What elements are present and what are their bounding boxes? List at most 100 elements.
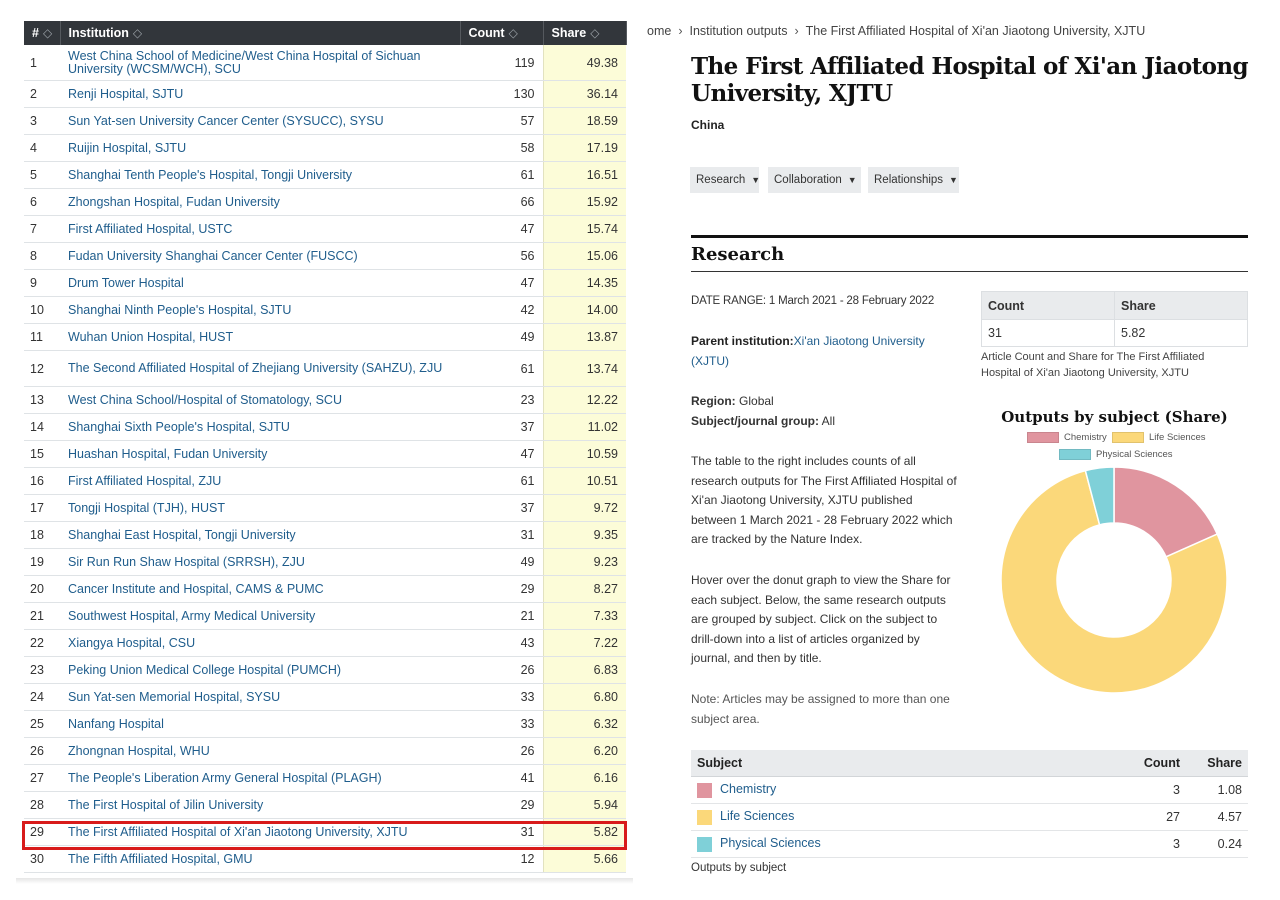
subject-share-cell: 0.24 xyxy=(1186,830,1248,858)
breadcrumb-home-link[interactable]: ome xyxy=(647,24,671,38)
count-cell: 21 xyxy=(460,602,543,630)
institution-link[interactable]: Shanghai Tenth People's Hospital, Tongji… xyxy=(60,161,460,189)
institution-link[interactable]: Huashan Hospital, Fudan University xyxy=(60,440,460,468)
institution-link[interactable]: The First Affiliated Hospital of Xi'an J… xyxy=(60,818,460,846)
ranking-header-row: # ◇ Institution ◇ Count ◇ Share ◇ xyxy=(24,21,627,45)
rank-cell: 3 xyxy=(24,107,60,135)
subject-link[interactable]: Life Sciences xyxy=(720,809,794,823)
institution-link[interactable]: Cancer Institute and Hospital, CAMS & PU… xyxy=(60,575,460,603)
share-cell: 13.74 xyxy=(542,350,626,387)
table-row[interactable]: 17 Tongji Hospital (TJH), HUST 37 9.72 xyxy=(24,494,626,522)
table-row[interactable]: 14 Shanghai Sixth People's Hospital, SJTU… xyxy=(24,413,626,441)
table-row[interactable]: 12 The Second Affiliated Hospital of Zhej… xyxy=(24,350,626,387)
table-row-highlighted[interactable]: 29 The First Affiliated Hospital of Xi'an… xyxy=(24,818,626,846)
tab-research[interactable]: Research ▼ xyxy=(690,167,760,193)
institution-link[interactable]: West China School of Medicine/West China… xyxy=(60,45,460,81)
rank-column-header[interactable]: # ◇ xyxy=(24,21,61,45)
table-row[interactable]: 22 Xiangya Hospital, CSU 43 7.22 xyxy=(24,629,626,657)
institution-link[interactable]: West China School/Hospital of Stomatolog… xyxy=(60,386,460,414)
institution-link[interactable]: Sir Run Run Shaw Hospital (SRRSH), ZJU xyxy=(60,548,460,576)
institution-link[interactable]: Shanghai Ninth People's Hospital, SJTU xyxy=(60,296,460,324)
table-row[interactable]: 6 Zhongshan Hospital, Fudan University 66 1… xyxy=(24,188,626,216)
institution-link[interactable]: Drum Tower Hospital xyxy=(60,269,460,297)
table-row[interactable]: 18 Shanghai East Hospital, Tongji Univers… xyxy=(24,521,626,549)
subject-link[interactable]: Physical Sciences xyxy=(720,836,821,850)
share-column-header[interactable]: Share ◇ xyxy=(543,21,627,45)
table-row[interactable]: 3 Sun Yat-sen University Cancer Center (S… xyxy=(24,107,626,135)
breadcrumb-outputs-link[interactable]: Institution outputs xyxy=(690,24,788,38)
institution-link[interactable]: The Fifth Affiliated Hospital, GMU xyxy=(60,845,460,873)
outputs-donut-chart[interactable] xyxy=(999,465,1229,695)
institution-link[interactable]: Shanghai East Hospital, Tongji Universit… xyxy=(60,521,460,549)
rank-cell: 14 xyxy=(24,413,60,441)
legend-item-physical-sciences[interactable]: Physical Sciences xyxy=(1059,449,1173,460)
institution-link[interactable]: Fudan University Shanghai Cancer Center … xyxy=(60,242,460,270)
table-row[interactable]: 20 Cancer Institute and Hospital, CAMS & … xyxy=(24,575,626,603)
legend-item-life-sciences[interactable]: Life Sciences xyxy=(1112,432,1206,443)
table-row[interactable]: 8 Fudan University Shanghai Cancer Center… xyxy=(24,242,626,270)
count-cell: 29 xyxy=(460,575,543,603)
count-column-header[interactable]: Count ◇ xyxy=(460,21,544,45)
table-row[interactable]: 23 Peking Union Medical College Hospital … xyxy=(24,656,626,684)
rank-cell: 12 xyxy=(24,350,60,387)
legend-label: Physical Sciences xyxy=(1096,449,1173,460)
tab-collaboration[interactable]: Collaboration ▼ xyxy=(768,167,861,193)
institution-link[interactable]: The First Hospital of Jilin University xyxy=(60,791,460,819)
table-row[interactable]: 27 The People's Liberation Army General H… xyxy=(24,764,626,792)
table-row[interactable]: 10 Shanghai Ninth People's Hospital, SJTU… xyxy=(24,296,626,324)
table-row[interactable]: 28 The First Hospital of Jilin University… xyxy=(24,791,626,819)
institution-link[interactable]: Zhongshan Hospital, Fudan University xyxy=(60,188,460,216)
table-row[interactable]: 2 Renji Hospital, SJTU 130 36.14 xyxy=(24,80,626,108)
table-row[interactable]: 11 Wuhan Union Hospital, HUST 49 13.87 xyxy=(24,323,626,351)
subject-row[interactable]: Physical Sciences 3 0.24 xyxy=(691,830,1248,858)
chart-title: Outputs by subject (Share) xyxy=(1001,408,1228,426)
institution-link[interactable]: The Second Affiliated Hospital of Zhejia… xyxy=(60,350,460,387)
institution-link[interactable]: Ruijin Hospital, SJTU xyxy=(60,134,460,162)
share-cell: 6.16 xyxy=(542,764,626,792)
table-row[interactable]: 5 Shanghai Tenth People's Hospital, Tongj… xyxy=(24,161,626,189)
subject-row[interactable]: Chemistry 3 1.08 xyxy=(691,776,1248,804)
legend-item-chemistry[interactable]: Chemistry xyxy=(1027,432,1107,443)
table-row[interactable]: 25 Nanfang Hospital 33 6.32 xyxy=(24,710,626,738)
institution-column-header[interactable]: Institution ◇ xyxy=(60,21,461,45)
count-cell: 66 xyxy=(460,188,543,216)
institution-link[interactable]: Peking Union Medical College Hospital (P… xyxy=(60,656,460,684)
institution-link[interactable]: Renji Hospital, SJTU xyxy=(60,80,460,108)
institution-detail-panel: ome › Institution outputs › The First Affili… xyxy=(644,0,1264,900)
table-row[interactable]: 7 First Affiliated Hospital, USTC 47 15.74 xyxy=(24,215,626,243)
institution-link[interactable]: Nanfang Hospital xyxy=(60,710,460,738)
institution-link[interactable]: Wuhan Union Hospital, HUST xyxy=(60,323,460,351)
institution-link[interactable]: Shanghai Sixth People's Hospital, SJTU xyxy=(60,413,460,441)
institution-link[interactable]: First Affiliated Hospital, ZJU xyxy=(60,467,460,495)
institution-link[interactable]: Tongji Hospital (TJH), HUST xyxy=(60,494,460,522)
table-row[interactable]: 15 Huashan Hospital, Fudan University 47 10… xyxy=(24,440,626,468)
summary-share-header: Share xyxy=(1114,291,1248,320)
table-row[interactable]: 24 Sun Yat-sen Memorial Hospital, SYSU 33 6… xyxy=(24,683,626,711)
rank-cell: 20 xyxy=(24,575,60,603)
institution-link[interactable]: The People's Liberation Army General Hos… xyxy=(60,764,460,792)
table-row[interactable]: 1 West China School of Medicine/West Chin… xyxy=(24,45,626,81)
rank-cell: 24 xyxy=(24,683,60,711)
table-row[interactable]: 19 Sir Run Run Shaw Hospital (SRRSH), ZJU… xyxy=(24,548,626,576)
institution-link[interactable]: Sun Yat-sen Memorial Hospital, SYSU xyxy=(60,683,460,711)
table-row[interactable]: 16 First Affiliated Hospital, ZJU 61 10.51 xyxy=(24,467,626,495)
institution-link[interactable]: Xiangya Hospital, CSU xyxy=(60,629,460,657)
table-row[interactable]: 21 Southwest Hospital, Army Medical Unive… xyxy=(24,602,626,630)
subject-row[interactable]: Life Sciences 27 4.57 xyxy=(691,803,1248,831)
institution-link[interactable]: First Affiliated Hospital, USTC xyxy=(60,215,460,243)
legend-swatch xyxy=(1027,432,1059,443)
subject-link[interactable]: Chemistry xyxy=(720,782,776,796)
table-row[interactable]: 13 West China School/Hospital of Stomatol… xyxy=(24,386,626,414)
count-cell: 37 xyxy=(460,494,543,522)
table-row[interactable]: 30 The Fifth Affiliated Hospital, GMU 12 5.… xyxy=(24,845,626,873)
tab-relationships-label: Relationships xyxy=(874,174,944,186)
ranking-table-body: 1 West China School of Medicine/West Chin… xyxy=(24,45,626,873)
institution-link[interactable]: Zhongnan Hospital, WHU xyxy=(60,737,460,765)
institution-link[interactable]: Southwest Hospital, Army Medical Univers… xyxy=(60,602,460,630)
tab-relationships[interactable]: Relationships ▼ xyxy=(868,167,959,193)
table-row[interactable]: 26 Zhongnan Hospital, WHU 26 6.20 xyxy=(24,737,626,765)
table-row[interactable]: 4 Ruijin Hospital, SJTU 58 17.19 xyxy=(24,134,626,162)
institution-link[interactable]: Sun Yat-sen University Cancer Center (SY… xyxy=(60,107,460,135)
table-row[interactable]: 9 Drum Tower Hospital 47 14.35 xyxy=(24,269,626,297)
count-cell: 31 xyxy=(460,521,543,549)
